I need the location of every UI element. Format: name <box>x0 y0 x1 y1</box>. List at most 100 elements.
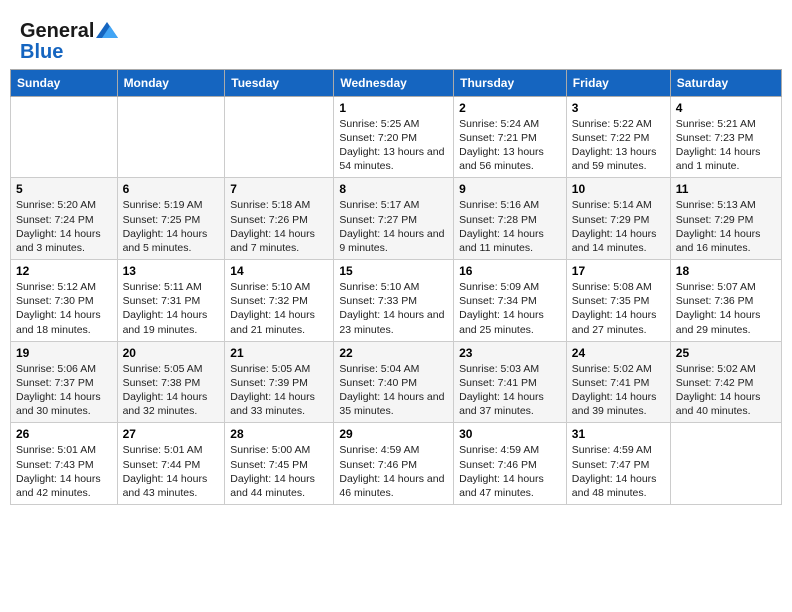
day-number: 19 <box>16 346 112 360</box>
day-cell: 22 Sunrise: 5:04 AMSunset: 7:40 PMDayligh… <box>334 341 454 423</box>
day-number: 22 <box>339 346 448 360</box>
day-cell <box>117 96 225 178</box>
day-cell: 5 Sunrise: 5:20 AMSunset: 7:24 PMDaylight… <box>11 178 118 260</box>
day-cell: 19 Sunrise: 5:06 AMSunset: 7:37 PMDayligh… <box>11 341 118 423</box>
day-number: 18 <box>676 264 776 278</box>
day-cell: 13Sunrise: 5:11 AMSunset: 7:31 PMDayligh… <box>117 260 225 342</box>
col-header-thursday: Thursday <box>454 69 567 96</box>
day-cell: 28 Sunrise: 5:00 AMSunset: 7:45 PMDayligh… <box>225 423 334 505</box>
day-number: 11 <box>676 182 776 196</box>
day-cell: 30 Sunrise: 4:59 AMSunset: 7:46 PMDayligh… <box>454 423 567 505</box>
day-cell: 10 Sunrise: 5:14 AMSunset: 7:29 PMDayligh… <box>566 178 670 260</box>
day-number: 30 <box>459 427 561 441</box>
week-row: 26Sunrise: 5:01 AMSunset: 7:43 PMDayligh… <box>11 423 782 505</box>
day-number: 15 <box>339 264 448 278</box>
day-cell: 23Sunrise: 5:03 AMSunset: 7:41 PMDayligh… <box>454 341 567 423</box>
day-cell: 29Sunrise: 4:59 AMSunset: 7:46 PMDayligh… <box>334 423 454 505</box>
day-number: 26 <box>16 427 112 441</box>
col-header-tuesday: Tuesday <box>225 69 334 96</box>
day-info: Sunrise: 5:20 AMSunset: 7:24 PMDaylight:… <box>16 198 112 255</box>
col-header-sunday: Sunday <box>11 69 118 96</box>
logo-text: General <box>20 20 120 43</box>
day-cell: 17 Sunrise: 5:08 AMSunset: 7:35 PMDayligh… <box>566 260 670 342</box>
day-number: 31 <box>572 427 665 441</box>
day-number: 14 <box>230 264 328 278</box>
day-number: 28 <box>230 427 328 441</box>
day-cell: 25 Sunrise: 5:02 AMSunset: 7:42 PMDayligh… <box>670 341 781 423</box>
day-number: 12 <box>16 264 112 278</box>
day-info: Sunrise: 5:02 AMSunset: 7:42 PMDaylight:… <box>676 362 776 419</box>
day-cell: 11Sunrise: 5:13 AMSunset: 7:29 PMDayligh… <box>670 178 781 260</box>
week-row: 12 Sunrise: 5:12 AMSunset: 7:30 PMDayligh… <box>11 260 782 342</box>
day-info: Sunrise: 5:12 AMSunset: 7:30 PMDaylight:… <box>16 280 112 337</box>
day-cell: 2Sunrise: 5:24 AMSunset: 7:21 PMDaylight… <box>454 96 567 178</box>
day-info: Sunrise: 4:59 AMSunset: 7:46 PMDaylight:… <box>339 443 448 500</box>
day-info: Sunrise: 5:10 AMSunset: 7:32 PMDaylight:… <box>230 280 328 337</box>
day-number: 3 <box>572 101 665 115</box>
day-info: Sunrise: 5:18 AMSunset: 7:26 PMDaylight:… <box>230 198 328 255</box>
day-number: 16 <box>459 264 561 278</box>
page-header: General Blue <box>10 10 782 69</box>
calendar-table: SundayMondayTuesdayWednesdayThursdayFrid… <box>10 69 782 505</box>
day-number: 4 <box>676 101 776 115</box>
day-cell <box>11 96 118 178</box>
day-number: 6 <box>123 182 220 196</box>
day-cell: 3 Sunrise: 5:22 AMSunset: 7:22 PMDaylight… <box>566 96 670 178</box>
day-number: 8 <box>339 182 448 196</box>
day-cell: 9 Sunrise: 5:16 AMSunset: 7:28 PMDaylight… <box>454 178 567 260</box>
day-info: Sunrise: 4:59 AMSunset: 7:46 PMDaylight:… <box>459 443 561 500</box>
day-cell: 15 Sunrise: 5:10 AMSunset: 7:33 PMDayligh… <box>334 260 454 342</box>
day-cell: 7 Sunrise: 5:18 AMSunset: 7:26 PMDaylight… <box>225 178 334 260</box>
day-number: 5 <box>16 182 112 196</box>
day-info: Sunrise: 5:06 AMSunset: 7:37 PMDaylight:… <box>16 362 112 419</box>
day-number: 10 <box>572 182 665 196</box>
day-number: 25 <box>676 346 776 360</box>
day-info: Sunrise: 5:10 AMSunset: 7:33 PMDaylight:… <box>339 280 448 337</box>
day-number: 17 <box>572 264 665 278</box>
day-cell: 8 Sunrise: 5:17 AMSunset: 7:27 PMDaylight… <box>334 178 454 260</box>
logo-blue: Blue <box>20 41 120 64</box>
day-info: Sunrise: 5:05 AMSunset: 7:39 PMDaylight:… <box>230 362 328 419</box>
day-info: Sunrise: 5:17 AMSunset: 7:27 PMDaylight:… <box>339 198 448 255</box>
col-header-wednesday: Wednesday <box>334 69 454 96</box>
day-cell: 21Sunrise: 5:05 AMSunset: 7:39 PMDayligh… <box>225 341 334 423</box>
day-cell: 16 Sunrise: 5:09 AMSunset: 7:34 PMDayligh… <box>454 260 567 342</box>
day-info: Sunrise: 5:07 AMSunset: 7:36 PMDaylight:… <box>676 280 776 337</box>
day-number: 27 <box>123 427 220 441</box>
day-info: Sunrise: 5:08 AMSunset: 7:35 PMDaylight:… <box>572 280 665 337</box>
week-row: 5 Sunrise: 5:20 AMSunset: 7:24 PMDaylight… <box>11 178 782 260</box>
day-cell: 20 Sunrise: 5:05 AMSunset: 7:38 PMDayligh… <box>117 341 225 423</box>
day-number: 7 <box>230 182 328 196</box>
day-cell: 18 Sunrise: 5:07 AMSunset: 7:36 PMDayligh… <box>670 260 781 342</box>
day-number: 24 <box>572 346 665 360</box>
day-info: Sunrise: 5:01 AMSunset: 7:44 PMDaylight:… <box>123 443 220 500</box>
day-info: Sunrise: 5:16 AMSunset: 7:28 PMDaylight:… <box>459 198 561 255</box>
day-info: Sunrise: 5:24 AMSunset: 7:21 PMDaylight:… <box>459 117 561 174</box>
day-cell: 14 Sunrise: 5:10 AMSunset: 7:32 PMDayligh… <box>225 260 334 342</box>
day-info: Sunrise: 5:00 AMSunset: 7:45 PMDaylight:… <box>230 443 328 500</box>
day-cell <box>225 96 334 178</box>
day-info: Sunrise: 5:14 AMSunset: 7:29 PMDaylight:… <box>572 198 665 255</box>
week-row: 1Sunrise: 5:25 AMSunset: 7:20 PMDaylight… <box>11 96 782 178</box>
col-header-friday: Friday <box>566 69 670 96</box>
day-cell: 6Sunrise: 5:19 AMSunset: 7:25 PMDaylight… <box>117 178 225 260</box>
col-header-monday: Monday <box>117 69 225 96</box>
day-info: Sunrise: 5:22 AMSunset: 7:22 PMDaylight:… <box>572 117 665 174</box>
day-info: Sunrise: 5:04 AMSunset: 7:40 PMDaylight:… <box>339 362 448 419</box>
week-row: 19 Sunrise: 5:06 AMSunset: 7:37 PMDayligh… <box>11 341 782 423</box>
col-header-saturday: Saturday <box>670 69 781 96</box>
day-number: 1 <box>339 101 448 115</box>
day-cell: 1Sunrise: 5:25 AMSunset: 7:20 PMDaylight… <box>334 96 454 178</box>
day-number: 13 <box>123 264 220 278</box>
logo: General Blue <box>20 20 120 64</box>
day-cell: 27 Sunrise: 5:01 AMSunset: 7:44 PMDayligh… <box>117 423 225 505</box>
day-info: Sunrise: 5:02 AMSunset: 7:41 PMDaylight:… <box>572 362 665 419</box>
day-info: Sunrise: 5:09 AMSunset: 7:34 PMDaylight:… <box>459 280 561 337</box>
day-cell: 31 Sunrise: 4:59 AMSunset: 7:47 PMDayligh… <box>566 423 670 505</box>
day-info: Sunrise: 5:05 AMSunset: 7:38 PMDaylight:… <box>123 362 220 419</box>
day-cell <box>670 423 781 505</box>
day-info: Sunrise: 4:59 AMSunset: 7:47 PMDaylight:… <box>572 443 665 500</box>
day-number: 20 <box>123 346 220 360</box>
day-number: 9 <box>459 182 561 196</box>
day-info: Sunrise: 5:03 AMSunset: 7:41 PMDaylight:… <box>459 362 561 419</box>
